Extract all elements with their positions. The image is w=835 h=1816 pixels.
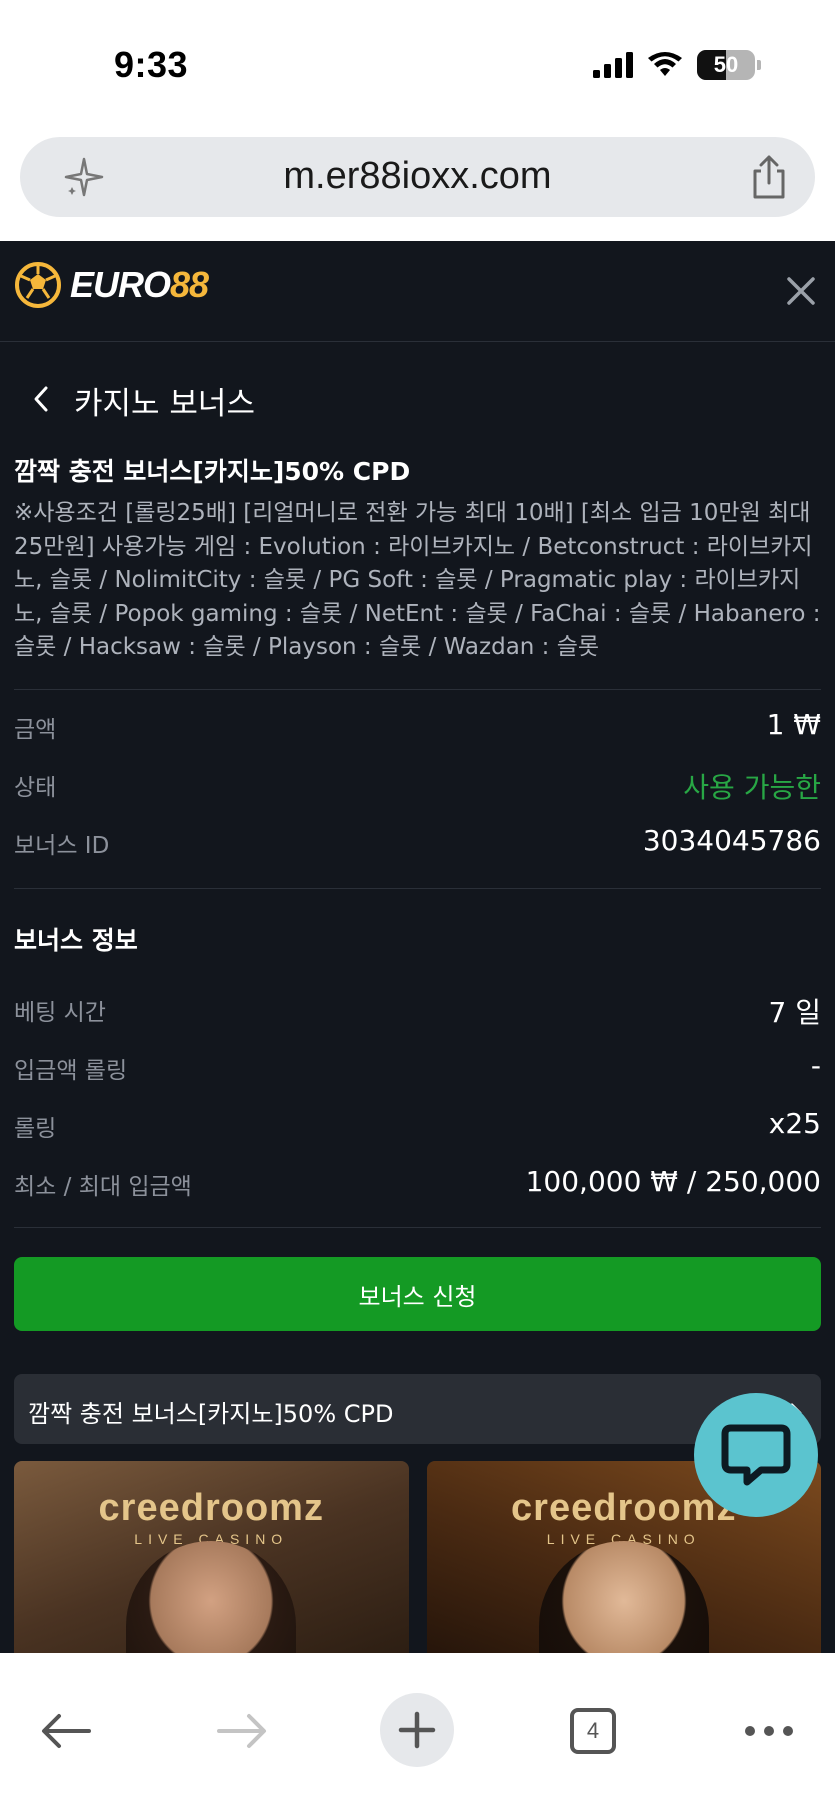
more-dots-icon	[745, 1726, 793, 1736]
page-title: 카지노 보너스	[74, 386, 255, 422]
game-brand: creedroomz	[98, 1487, 324, 1529]
deposit-rolling-label: 입금액 롤링	[14, 1057, 128, 1084]
page-head: 카지노 보너스	[0, 342, 835, 452]
url-bar[interactable]: m.er88ioxx.com	[20, 137, 815, 217]
rolling-label: 롤링	[14, 1115, 57, 1142]
logo-text-euro: EURO	[70, 264, 171, 305]
betting-time-label: 베팅 시간	[14, 999, 106, 1026]
logo-text: EURO88	[70, 264, 209, 306]
status-row: 상태 사용 가능한	[0, 754, 835, 812]
bonus-id-value: 3034045786	[642, 823, 821, 857]
game-card[interactable]: creedroomz LIVE CASINO	[14, 1461, 409, 1653]
new-tab-button[interactable]	[380, 1693, 454, 1767]
back-icon[interactable]	[28, 384, 56, 414]
share-icon[interactable]	[749, 155, 789, 199]
forward-nav-button[interactable]	[202, 1691, 282, 1771]
more-menu-button[interactable]	[729, 1691, 809, 1771]
arrow-left-icon	[42, 1714, 91, 1748]
betting-time-value: 7 일	[768, 995, 821, 1029]
browser-toolbar: 4	[0, 1653, 835, 1816]
bonus-id-label: 보너스 ID	[14, 832, 110, 859]
chat-button[interactable]	[694, 1393, 818, 1517]
status-time: 9:33	[114, 44, 189, 85]
logo-text-num: 88	[170, 264, 209, 305]
logo[interactable]: EURO88	[14, 261, 209, 309]
dealer-image	[538, 1541, 709, 1653]
bonus-info-title: 보너스 정보	[14, 925, 138, 955]
amount-value: 1 ₩	[766, 707, 821, 741]
deposit-rolling-row: 입금액 롤링 -	[0, 1037, 835, 1095]
dealer-image	[126, 1541, 297, 1653]
min-max-deposit-value: 100,000 ₩ / 250,000	[525, 1164, 821, 1198]
bonus-description: ※사용조건 [롤링25배] [리얼머니로 전환 가능 최대 10배] [최소 입…	[14, 500, 821, 660]
close-icon[interactable]	[781, 271, 821, 311]
game-list: creedroomz LIVE CASINO creedroomz LIVE C…	[14, 1461, 821, 1653]
battery-level: 50	[713, 52, 739, 77]
bonus-id-row: 보너스 ID 3034045786	[0, 812, 835, 870]
arrow-right-icon	[217, 1714, 266, 1748]
bonus-name: 깜짝 충전 보너스[카지노]50% CPD	[14, 457, 411, 486]
status-bar: 9:33 50	[0, 0, 835, 130]
tab-count: 4	[570, 1708, 616, 1754]
bonus-summary: 깜짝 충전 보너스[카지노]50% CPD ※사용조건 [롤링25배] [리얼머…	[0, 452, 835, 665]
wifi-icon	[648, 52, 682, 76]
min-max-deposit-row: 최소 / 최대 입금액 100,000 ₩ / 250,000	[0, 1153, 835, 1211]
back-nav-button[interactable]	[26, 1691, 106, 1771]
betting-time-row: 베팅 시간 7 일	[0, 979, 835, 1037]
divider	[14, 1226, 821, 1228]
battery-icon: 50	[697, 50, 755, 80]
tabs-button[interactable]: 4	[553, 1691, 633, 1771]
chat-bubble-icon	[721, 1424, 791, 1486]
app-content: EURO88 카지노 보너스 깜짝 충전 보너스[카지노]50% CPD ※사용…	[0, 241, 835, 1653]
amount-label: 금액	[14, 716, 57, 743]
url-text[interactable]: m.er88ioxx.com	[20, 155, 815, 198]
app-header: EURO88	[0, 241, 835, 342]
min-max-deposit-label: 최소 / 최대 입금액	[14, 1173, 192, 1200]
rolling-value: x25	[768, 1106, 821, 1140]
status-label: 상태	[14, 774, 57, 801]
amount-row: 금액 1 ₩	[0, 696, 835, 754]
status-icons: 50	[593, 50, 761, 80]
signal-icon	[593, 52, 633, 78]
soccer-ball-icon	[15, 262, 61, 308]
accordion-label: 깜짝 충전 보너스[카지노]50% CPD	[28, 1400, 394, 1428]
plus-icon	[398, 1711, 436, 1749]
status-value: 사용 가능한	[683, 770, 821, 804]
deposit-rolling-value: -	[810, 1048, 821, 1082]
apply-bonus-button[interactable]: 보너스 신청	[14, 1257, 821, 1331]
battery-cap	[757, 60, 761, 70]
rolling-row: 롤링 x25	[0, 1095, 835, 1153]
